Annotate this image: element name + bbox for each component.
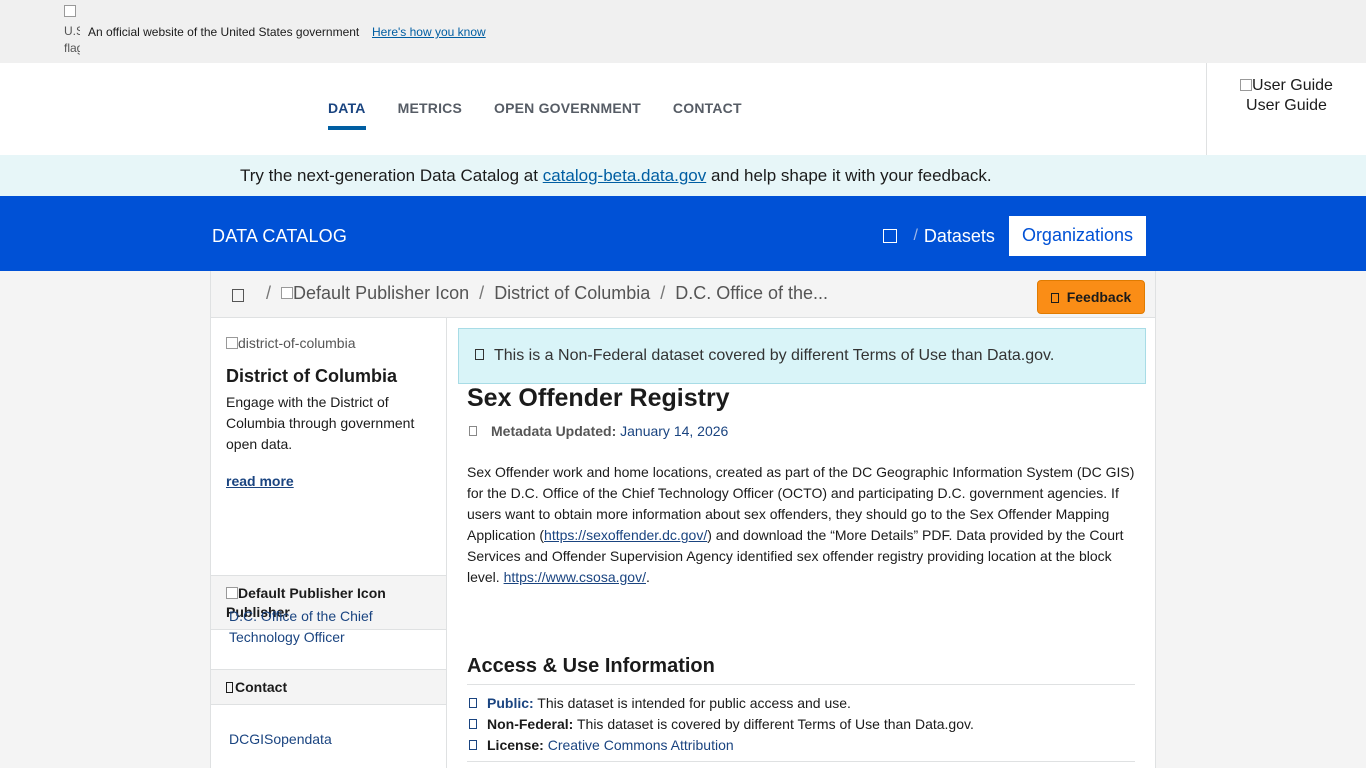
- datasets-link[interactable]: Datasets: [924, 226, 995, 247]
- main-nav: DATA METRICS OPEN GOVERNMENT CONTACT: [328, 100, 774, 130]
- home-icon[interactable]: [883, 229, 898, 243]
- license-icon: [469, 740, 477, 750]
- breadcrumb-home-icon[interactable]: [232, 289, 244, 302]
- access-list: Public: This dataset is intended for pub…: [469, 693, 974, 756]
- breadcrumb: / Default Publisher Icon / District of C…: [211, 271, 1155, 318]
- breadcrumb-publisher-icon[interactable]: Default Publisher Icon: [281, 283, 469, 303]
- gov-banner: U.S. flag An official website of the Uni…: [0, 0, 1366, 63]
- envelope-icon: [226, 682, 233, 693]
- access-public: Public: This dataset is intended for pub…: [469, 693, 974, 714]
- org-name: District of Columbia: [226, 366, 398, 386]
- non-federal-notice: This is a Non-Federal dataset covered by…: [458, 328, 1146, 384]
- breadcrumb-separator: /: [660, 283, 666, 303]
- license-link[interactable]: Creative Commons Attribution: [548, 737, 734, 753]
- read-more-link[interactable]: read more: [226, 473, 294, 489]
- access-use-heading: Access & Use Information: [467, 655, 1135, 685]
- divider: [467, 761, 1135, 762]
- breadcrumb-separator: /: [266, 283, 272, 303]
- catalog-bar: DATA CATALOG / Datasets Organizations: [0, 196, 1366, 271]
- csosa-link[interactable]: https://www.csosa.gov/: [504, 569, 646, 585]
- catalog-beta-link[interactable]: catalog-beta.data.gov: [543, 166, 707, 185]
- dataset-description: Sex Offender work and home locations, cr…: [467, 464, 1135, 585]
- comment-icon: [1050, 293, 1059, 303]
- beta-banner-suffix: and help shape it with your feedback.: [706, 166, 992, 185]
- us-flag-icon: U.S. flag: [64, 5, 80, 57]
- main-container: / Default Publisher Icon / District of C…: [210, 271, 1156, 768]
- breadcrumb-office[interactable]: D.C. Office of the...: [675, 283, 828, 303]
- info-icon: [475, 349, 484, 360]
- org-description: Engage with the District of Columbia thr…: [226, 394, 415, 452]
- beta-banner: Try the next-generation Data Catalog at …: [0, 155, 1366, 196]
- dataset-title: Sex Offender Registry: [467, 384, 730, 412]
- nav-metrics[interactable]: METRICS: [398, 100, 462, 116]
- metadata-updated: Metadata Updated: January 14, 2026: [469, 423, 728, 439]
- nav-data[interactable]: DATA: [328, 100, 366, 130]
- publisher-icon: [226, 587, 238, 599]
- publisher-link[interactable]: D.C. Office of the Chief Technology Offi…: [229, 606, 419, 648]
- access-non-federal: Non-Federal: This dataset is covered by …: [469, 714, 974, 735]
- nav-open-government[interactable]: OPEN GOVERNMENT: [494, 100, 641, 116]
- breadcrumb-separator: /: [479, 283, 485, 303]
- user-guide-icon: User Guide: [1207, 75, 1366, 97]
- public-icon: [469, 698, 477, 708]
- sidebar: district-of-columbia District of Columbi…: [211, 318, 447, 768]
- heres-how-you-know-link[interactable]: Here's how you know: [372, 25, 486, 39]
- access-license: License: Creative Commons Attribution: [469, 735, 974, 756]
- user-guide-button[interactable]: User Guide User Guide: [1206, 63, 1366, 155]
- info-icon: [469, 719, 477, 729]
- sexoffender-link[interactable]: https://sexoffender.dc.gov/: [544, 527, 707, 543]
- nav-contact[interactable]: CONTACT: [673, 100, 742, 116]
- user-guide-label: User Guide: [1246, 97, 1327, 114]
- calendar-icon: [469, 426, 477, 436]
- site-header: DATA METRICS OPEN GOVERNMENT CONTACT Use…: [0, 63, 1366, 155]
- org-logo: district-of-columbia: [226, 335, 355, 351]
- feedback-button[interactable]: Feedback: [1037, 280, 1145, 314]
- breadcrumb-org[interactable]: District of Columbia: [494, 283, 650, 303]
- organizations-link[interactable]: Organizations: [1008, 216, 1146, 256]
- beta-banner-prefix: Try the next-generation Data Catalog at: [240, 166, 543, 185]
- catalog-nav: / Datasets Organizations: [883, 216, 1146, 256]
- catalog-title[interactable]: DATA CATALOG: [212, 226, 347, 247]
- contact-heading: Contact: [211, 669, 446, 705]
- catalog-nav-separator: /: [913, 227, 918, 244]
- gov-banner-text: An official website of the United States…: [88, 25, 360, 39]
- contact-link[interactable]: DCGISopendata: [229, 731, 332, 747]
